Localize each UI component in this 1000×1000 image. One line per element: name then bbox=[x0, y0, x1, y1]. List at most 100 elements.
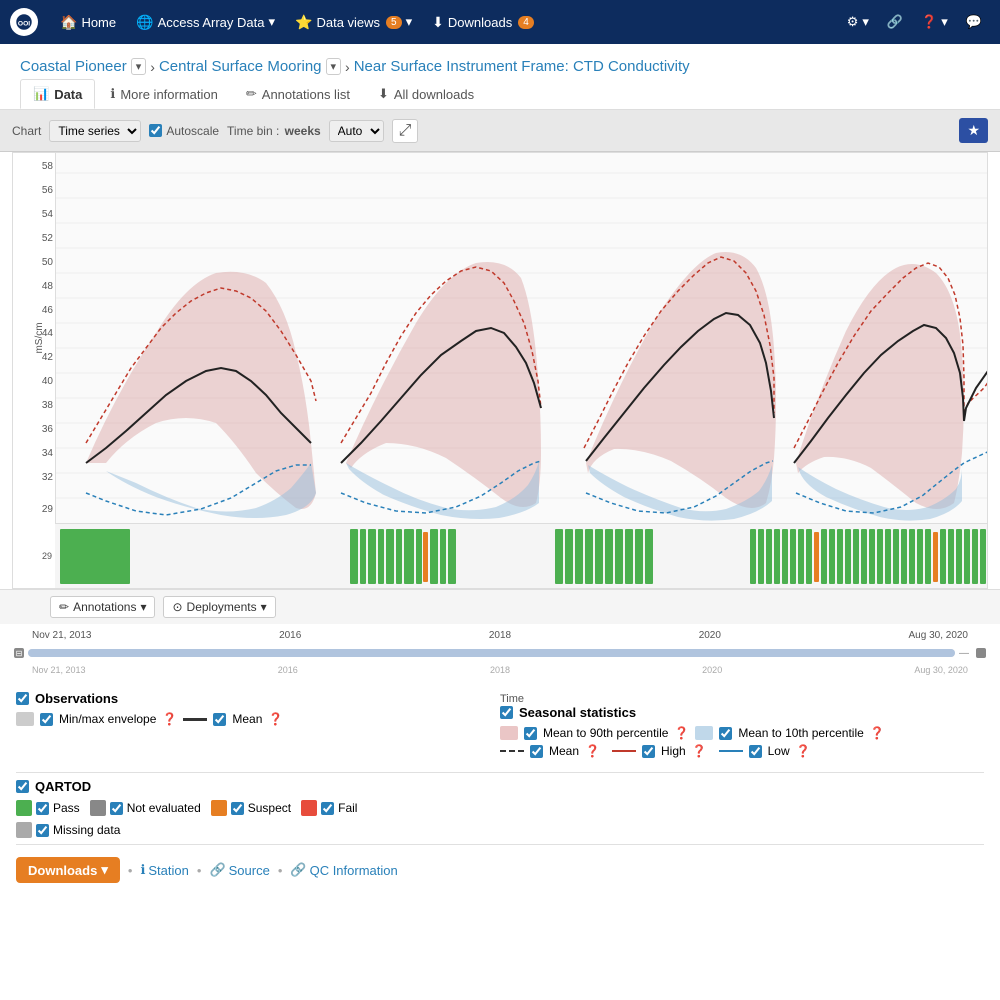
seasonal-low-checkbox[interactable] bbox=[749, 745, 762, 758]
breadcrumb-level1-dropdown[interactable]: ▾ bbox=[131, 58, 147, 75]
yaxis-value: 40 bbox=[17, 376, 53, 387]
yaxis-value: 29 bbox=[17, 504, 53, 515]
globe-icon: 🌐 bbox=[136, 14, 153, 31]
pass-checkbox[interactable] bbox=[36, 802, 49, 815]
nav-help[interactable]: ❓ ▾ bbox=[913, 10, 956, 34]
favorite-button[interactable]: ★ bbox=[959, 118, 988, 143]
obs-minmax-checkbox[interactable] bbox=[40, 713, 53, 726]
missing-checkbox[interactable] bbox=[36, 824, 49, 837]
breadcrumb-sep2: › bbox=[345, 59, 350, 75]
seasonal-high-checkbox[interactable] bbox=[642, 745, 655, 758]
yaxis-unit-label: mS/cm bbox=[34, 322, 45, 353]
qc-link[interactable]: 🔗 QC Information bbox=[290, 862, 397, 878]
breadcrumb-level2-dropdown[interactable]: ▾ bbox=[326, 58, 342, 75]
seasonal-90-row: Mean to 90th percentile ❓ Mean to 10th p… bbox=[500, 726, 984, 740]
seasonal-10-label: Mean to 10th percentile bbox=[738, 726, 863, 740]
not-eval-checkbox[interactable] bbox=[110, 802, 123, 815]
qartod-section: QARTOD Pass Not evaluated Suspect Fail M… bbox=[0, 773, 1000, 844]
not-eval-swatch bbox=[90, 800, 106, 816]
station-link[interactable]: ℹ Station bbox=[140, 862, 188, 878]
seasonal-low-swatch bbox=[719, 750, 743, 752]
nav-share[interactable]: 🔗 bbox=[879, 10, 911, 34]
observations-checkbox[interactable] bbox=[16, 692, 29, 705]
chevron-down-icon: ▾ bbox=[406, 14, 413, 30]
seasonal-10-help[interactable]: ❓ bbox=[870, 726, 885, 740]
missing-swatch bbox=[16, 822, 32, 838]
obs-mean-checkbox[interactable] bbox=[213, 713, 226, 726]
nav-access-array[interactable]: 🌐 Access Array Data ▾ bbox=[128, 10, 283, 35]
yaxis-value: 42 bbox=[17, 352, 53, 363]
obs-mean-help[interactable]: ❓ bbox=[268, 712, 283, 726]
qartod-row2: Missing data bbox=[16, 822, 984, 838]
seasonal-90-checkbox[interactable] bbox=[524, 727, 537, 740]
chart-svg bbox=[56, 153, 987, 523]
seasonal-mean-checkbox[interactable] bbox=[530, 745, 543, 758]
breadcrumb-level2[interactable]: Central Surface Mooring bbox=[159, 58, 322, 75]
qartod-row1: Pass Not evaluated Suspect Fail bbox=[16, 800, 984, 816]
timebin-select[interactable]: Auto bbox=[329, 120, 384, 142]
pencil-icon: ✏ bbox=[59, 600, 69, 614]
tab-data[interactable]: 📊 Data bbox=[20, 79, 95, 109]
time-nav-center-handle[interactable]: — bbox=[957, 648, 971, 659]
qartod-checkbox[interactable] bbox=[16, 780, 29, 793]
nav-settings[interactable]: ⚙ ▾ bbox=[839, 10, 877, 34]
seasonal-90-hump3 bbox=[586, 252, 776, 508]
downloads-button[interactable]: Downloads ▾ bbox=[16, 857, 120, 883]
nav-downloads[interactable]: ⬇ Downloads 4 bbox=[424, 10, 542, 35]
breadcrumb-level3[interactable]: Near Surface Instrument Frame: CTD Condu… bbox=[354, 58, 690, 75]
suspect-label: Suspect bbox=[248, 801, 291, 815]
expand-button[interactable]: ⤢ bbox=[392, 119, 419, 143]
seasonal-high-swatch bbox=[612, 750, 636, 752]
seasonal-low-help[interactable]: ❓ bbox=[796, 744, 811, 758]
observations-legend: Observations Min/max envelope ❓ Mean ❓ bbox=[16, 691, 500, 762]
seasonal-90-hump2 bbox=[346, 262, 541, 507]
source-link[interactable]: 🔗 Source bbox=[209, 862, 269, 878]
brand-icon: OOI bbox=[10, 8, 38, 36]
seasonal-checkbox[interactable] bbox=[500, 706, 513, 719]
deployments-button[interactable]: ⊙ Deployments ▾ bbox=[163, 596, 275, 618]
star-icon: ⭐ bbox=[295, 14, 312, 31]
seasonal-90-help[interactable]: ❓ bbox=[674, 726, 689, 740]
nav-chat[interactable]: 💬 bbox=[958, 10, 990, 34]
legend-section: Observations Min/max envelope ❓ Mean ❓ T… bbox=[0, 681, 1000, 772]
autoscale-checkbox[interactable] bbox=[149, 124, 162, 137]
breadcrumb-level1[interactable]: Coastal Pioneer bbox=[20, 58, 127, 75]
seasonal-mean-help[interactable]: ❓ bbox=[585, 744, 600, 758]
seasonal-title: Seasonal statistics bbox=[500, 705, 984, 720]
mean-line-swatch bbox=[183, 718, 207, 721]
time-nav-left-icon: ⊟ bbox=[12, 646, 26, 660]
obs-minmax-help[interactable]: ❓ bbox=[162, 712, 177, 726]
red-dotted-5 bbox=[964, 271, 987, 413]
clock-icon: ⊙ bbox=[172, 600, 182, 614]
seasonal-mean-label: Mean bbox=[549, 744, 579, 758]
seasonal-high-help[interactable]: ❓ bbox=[692, 744, 707, 758]
fail-swatch bbox=[301, 800, 317, 816]
link-icon: 🔗 bbox=[209, 862, 225, 878]
nav-home-label: Home bbox=[81, 15, 116, 30]
tab-annotations[interactable]: ✏ Annotations list bbox=[233, 79, 363, 109]
time-nav-bar[interactable]: ⊟ — bbox=[12, 643, 988, 663]
nav-home[interactable]: 🏠 Home bbox=[52, 10, 124, 35]
suspect-checkbox[interactable] bbox=[231, 802, 244, 815]
tab-all-downloads[interactable]: ⬇ All downloads bbox=[365, 79, 487, 109]
seasonal-10-checkbox[interactable] bbox=[719, 727, 732, 740]
brand[interactable]: OOI bbox=[10, 8, 38, 36]
seasonal-high-label: High bbox=[661, 744, 686, 758]
chevron-down-icon: ▾ bbox=[941, 14, 948, 30]
annotations-button[interactable]: ✏ Annotations ▾ bbox=[50, 596, 155, 618]
chart-type-select[interactable]: Time series bbox=[49, 120, 141, 142]
seasonal-90-label: Mean to 90th percentile bbox=[543, 726, 668, 740]
fail-label: Fail bbox=[338, 801, 357, 815]
nav-dataviews[interactable]: ⭐ Data views 5 ▾ bbox=[287, 10, 420, 35]
nav-downloads-label: Downloads bbox=[448, 15, 512, 30]
fail-checkbox[interactable] bbox=[321, 802, 334, 815]
obs-minmax-row: Min/max envelope ❓ Mean ❓ bbox=[16, 712, 500, 726]
seasonal-mean-swatch bbox=[500, 750, 524, 752]
time-nav-end: Aug 30, 2020 bbox=[909, 630, 969, 641]
time-nav-sub-start: Nov 21, 2013 bbox=[32, 665, 86, 675]
help-icon: ❓ bbox=[921, 14, 937, 30]
not-eval-label: Not evaluated bbox=[127, 801, 201, 815]
time-nav-mid3: 2020 bbox=[699, 630, 721, 641]
tab-more-info[interactable]: ℹ More information bbox=[97, 79, 231, 109]
chart-container: 58 56 54 52 50 48 46 44 42 40 38 36 34 3… bbox=[12, 152, 988, 589]
